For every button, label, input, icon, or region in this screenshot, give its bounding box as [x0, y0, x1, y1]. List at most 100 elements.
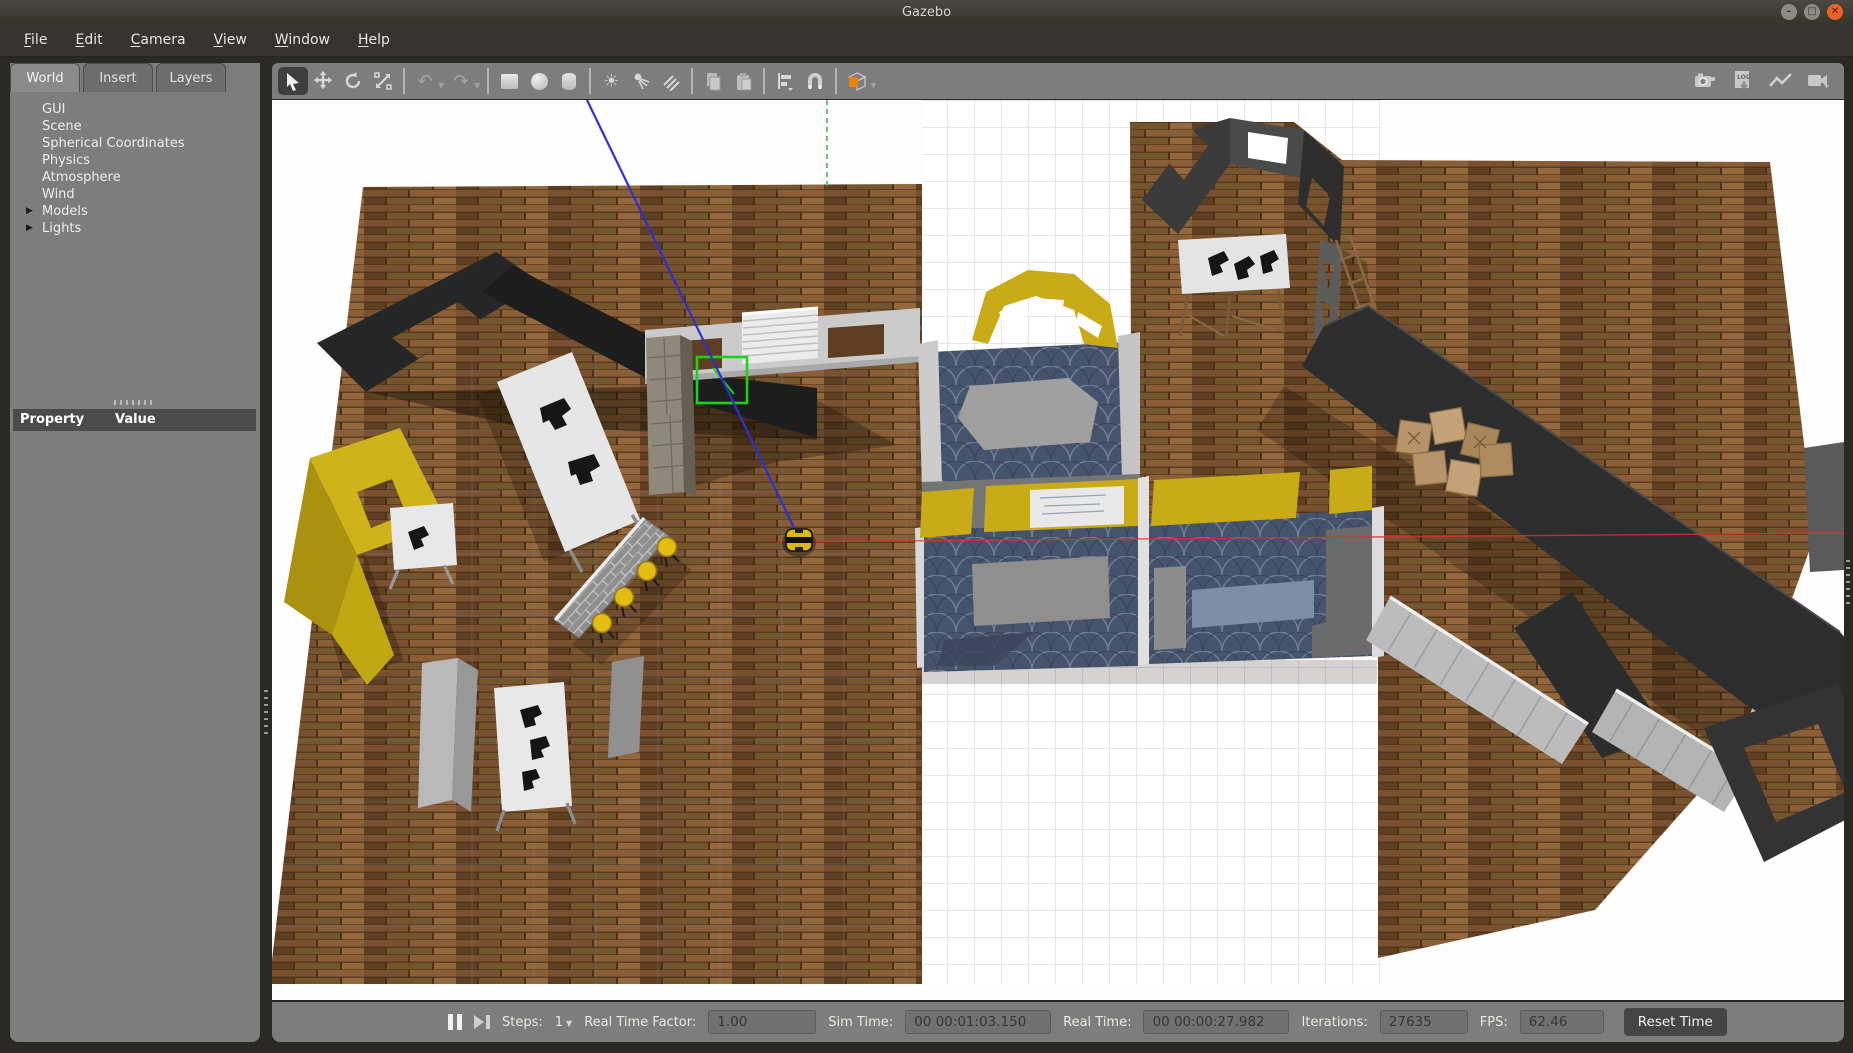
tree-item-scene[interactable]: Scene — [10, 118, 260, 135]
panel-gray-small[interactable] — [608, 656, 644, 758]
window-title: Gazebo — [902, 5, 951, 20]
world-tree: GUI Scene Spherical Coordinates Physics … — [10, 101, 260, 237]
pause-button[interactable] — [448, 1014, 462, 1030]
maximize-button[interactable]: □ — [1804, 4, 1820, 20]
property-table-header: Property Value — [13, 409, 256, 431]
panel-splitter-handle[interactable] — [114, 400, 156, 405]
viewport-splitter-handle-left[interactable] — [264, 690, 268, 736]
table-gray-hex[interactable] — [958, 378, 1098, 450]
step-button[interactable] — [474, 1015, 490, 1029]
menu-camera[interactable]: Camera — [117, 24, 200, 56]
tab-insert[interactable]: Insert — [83, 63, 153, 92]
plot-button[interactable] — [1766, 67, 1796, 95]
move-icon — [312, 70, 334, 92]
couch-gray[interactable] — [1154, 566, 1186, 650]
wall-stone-pillar[interactable] — [646, 335, 696, 496]
select-tool-button[interactable] — [278, 67, 308, 95]
record-video-button[interactable] — [1804, 67, 1834, 95]
tree-item-spherical-coordinates[interactable]: Spherical Coordinates — [10, 135, 260, 152]
fps-value: 62.46 — [1520, 1010, 1604, 1034]
cylinder-icon — [562, 73, 576, 90]
rtf-label: Real Time Factor: — [584, 1015, 696, 1030]
toolbar-separator — [589, 68, 591, 94]
steps-stepper[interactable]: 1▼ — [555, 1015, 572, 1030]
point-light-button[interactable]: ☀ — [596, 67, 626, 95]
wall-yellow — [1329, 466, 1372, 514]
steps-dropdown-icon[interactable]: ▼ — [566, 1019, 572, 1028]
wall-yellow — [1151, 472, 1300, 526]
table-gray[interactable] — [972, 556, 1110, 626]
menu-help[interactable]: Help — [344, 24, 404, 56]
reset-time-button[interactable]: Reset Time — [1624, 1008, 1727, 1036]
redo-button[interactable]: ↷ — [446, 67, 476, 95]
toolbar-separator — [487, 68, 489, 94]
menubar: File Edit Camera View Window Help — [0, 24, 1853, 57]
svg-text:LOG: LOG — [1737, 74, 1751, 81]
insert-sphere-button[interactable] — [524, 67, 554, 95]
paste-icon — [734, 72, 753, 91]
magnet-icon — [805, 71, 825, 91]
minimize-button[interactable]: – — [1781, 4, 1797, 20]
gazebo-window: Gazebo – □ ✕ File Edit Camera View Windo… — [0, 0, 1853, 1053]
close-button[interactable]: ✕ — [1827, 4, 1843, 20]
tab-layers[interactable]: Layers — [156, 63, 226, 92]
tree-item-wind[interactable]: Wind — [10, 186, 260, 203]
align-button[interactable] — [770, 67, 800, 95]
panel-gray-folding[interactable] — [418, 658, 478, 812]
tab-world[interactable]: World — [10, 63, 80, 92]
scale-icon — [373, 71, 393, 91]
tree-item-atmosphere[interactable]: Atmosphere — [10, 169, 260, 186]
box-icon — [501, 74, 518, 89]
insert-cylinder-button[interactable] — [554, 67, 584, 95]
log-button[interactable]: LOG — [1728, 67, 1758, 95]
room-lower-right[interactable] — [1138, 466, 1384, 666]
tree-item-physics[interactable]: Physics — [10, 152, 260, 169]
toolbar-separator — [403, 68, 405, 94]
view-angle-button[interactable] — [842, 67, 872, 95]
insert-box-button[interactable] — [494, 67, 524, 95]
directional-light-icon — [661, 71, 681, 91]
screenshot-button[interactable] — [1690, 67, 1720, 95]
viewport-splitter-handle-right[interactable] — [1846, 560, 1850, 606]
copy-button[interactable] — [698, 67, 728, 95]
menu-window[interactable]: Window — [261, 24, 344, 56]
spot-light-button[interactable] — [626, 67, 656, 95]
undo-button[interactable]: ↶ — [410, 67, 440, 95]
menu-file[interactable]: File — [10, 24, 61, 56]
whiteboard — [1030, 486, 1124, 528]
plot-icon — [1769, 73, 1793, 89]
expand-arrow-icon[interactable]: ▶ — [26, 220, 33, 237]
rotate-tool-button[interactable] — [338, 67, 368, 95]
scene-canvas[interactable] — [272, 100, 1844, 1000]
toolbar-separator — [691, 68, 693, 94]
tree-item-gui[interactable]: GUI — [10, 101, 260, 118]
directional-light-button[interactable] — [656, 67, 686, 95]
expand-arrow-icon[interactable]: ▶ — [26, 203, 33, 220]
snap-button[interactable] — [800, 67, 830, 95]
align-icon — [775, 71, 795, 91]
menu-view[interactable]: View — [200, 24, 261, 56]
wall-gray-right-edge[interactable] — [1804, 442, 1844, 572]
toolbar: ↶ ▼ ↷ ▼ ☀ ▼ — [272, 63, 1844, 99]
room-wall — [918, 340, 942, 490]
menu-edit[interactable]: Edit — [61, 24, 116, 56]
wall-window-opening — [828, 324, 884, 358]
property-column-header: Property — [13, 409, 113, 431]
scale-tool-button[interactable] — [368, 67, 398, 95]
robot-turtlebot[interactable] — [782, 529, 816, 557]
translate-tool-button[interactable] — [308, 67, 338, 95]
steps-label: Steps: — [502, 1015, 543, 1030]
paste-button[interactable] — [728, 67, 758, 95]
viewport-3d[interactable] — [272, 100, 1844, 1000]
room-lower-left[interactable] — [915, 479, 1138, 672]
real-time-value: 00 00:00:27.982 — [1143, 1010, 1289, 1034]
view-cube-icon — [845, 70, 869, 92]
statusbar: Steps: 1▼ Real Time Factor: 1.00 Sim Tim… — [272, 1002, 1844, 1042]
tree-item-models[interactable]: ▶Models — [10, 203, 260, 220]
video-camera-icon — [1807, 72, 1831, 90]
tree-item-lights[interactable]: ▶Lights — [10, 220, 260, 237]
titlebar[interactable]: Gazebo – □ ✕ — [0, 0, 1853, 24]
room-wall — [1138, 476, 1149, 666]
sim-time-value: 00 00:01:03.150 — [905, 1010, 1051, 1034]
copy-icon — [704, 72, 723, 91]
